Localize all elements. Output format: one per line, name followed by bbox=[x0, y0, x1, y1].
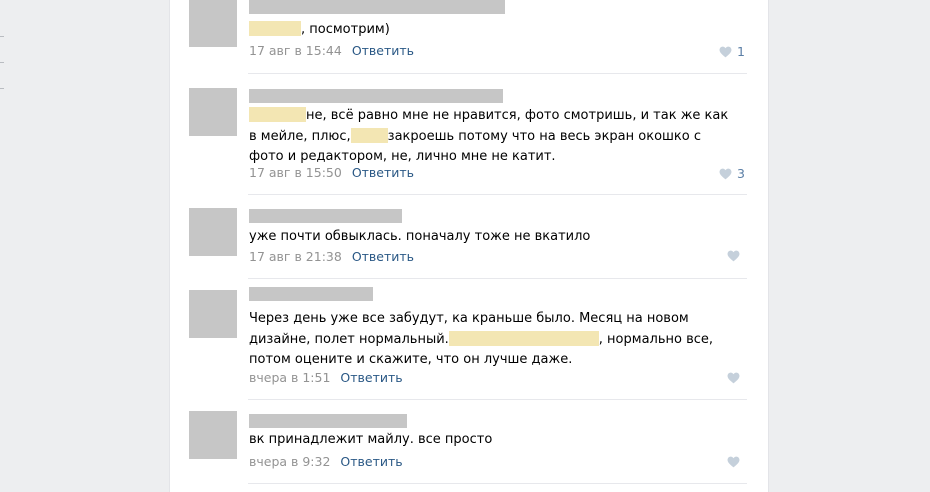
comment-item: , посмотрим) 17 авг в 15:44 Ответить 1 bbox=[189, 0, 745, 72]
divider bbox=[248, 399, 747, 400]
comment-meta: 17 авг в 15:44 Ответить bbox=[249, 43, 414, 58]
comment-text: вк принадлежит майлу. все просто bbox=[249, 432, 493, 447]
comment-date[interactable]: 17 авг в 15:50 bbox=[249, 165, 342, 180]
redacted-mention bbox=[249, 107, 306, 122]
comment-date[interactable]: вчера в 9:32 bbox=[249, 454, 330, 469]
author-name-redacted[interactable] bbox=[249, 287, 373, 301]
author-name-redacted[interactable] bbox=[249, 209, 402, 223]
redacted-mention bbox=[448, 330, 599, 346]
comment-meta: вчера в 9:32 Ответить bbox=[249, 454, 403, 469]
like-button[interactable] bbox=[727, 372, 745, 384]
redacted-mention bbox=[350, 127, 388, 143]
comment-item: Через день уже все забудут, ка краньше б… bbox=[189, 287, 745, 390]
comment-text: Через день уже все забудут, ка краньше б… bbox=[249, 311, 714, 367]
divider bbox=[248, 278, 747, 279]
heart-icon bbox=[719, 168, 732, 179]
comments-card: , посмотрим) 17 авг в 15:44 Ответить 1 не… bbox=[169, 0, 769, 492]
author-name-redacted[interactable] bbox=[249, 89, 503, 103]
comment-meta: 17 авг в 21:38 Ответить bbox=[249, 249, 414, 264]
like-count: 1 bbox=[737, 44, 745, 59]
avatar[interactable] bbox=[189, 0, 237, 47]
heart-icon bbox=[727, 456, 740, 468]
left-sidebar-edge bbox=[0, 0, 10, 492]
comment-item: уже почти обвыклась. поначалу тоже не вк… bbox=[189, 208, 745, 272]
author-name-redacted[interactable] bbox=[249, 0, 505, 14]
like-button[interactable]: 3 bbox=[719, 166, 745, 181]
like-button[interactable] bbox=[727, 250, 745, 262]
avatar[interactable] bbox=[189, 411, 237, 459]
reply-link[interactable]: Ответить bbox=[352, 43, 414, 58]
reply-link[interactable]: Ответить bbox=[352, 249, 414, 264]
comment-item: вк принадлежит майлу. все просто вчера в… bbox=[189, 411, 745, 475]
avatar[interactable] bbox=[189, 208, 237, 256]
heart-icon bbox=[719, 46, 732, 57]
comment-date[interactable]: вчера в 1:51 bbox=[249, 370, 330, 385]
redacted-mention bbox=[249, 21, 301, 36]
reply-link[interactable]: Ответить bbox=[340, 454, 402, 469]
sidebar-tick bbox=[0, 88, 4, 89]
comment-meta: вчера в 1:51 Ответить bbox=[249, 370, 403, 385]
reply-link[interactable]: Ответить bbox=[340, 370, 402, 385]
avatar[interactable] bbox=[189, 290, 237, 338]
like-button[interactable]: 1 bbox=[719, 44, 745, 59]
reply-link[interactable]: Ответить bbox=[352, 165, 414, 180]
avatar[interactable] bbox=[189, 88, 237, 136]
comment-text: не, всё равно мне не нравится, фото смот… bbox=[249, 107, 729, 164]
comment-meta: 17 авг в 15:50 Ответить bbox=[249, 165, 414, 180]
divider bbox=[248, 483, 747, 484]
comment-item: не, всё равно мне не нравится, фото смот… bbox=[189, 88, 745, 188]
comment-text: уже почти обвыклась. поначалу тоже не вк… bbox=[249, 229, 591, 244]
divider bbox=[248, 73, 747, 74]
heart-icon bbox=[727, 372, 740, 384]
like-count: 3 bbox=[737, 166, 745, 181]
comment-date[interactable]: 17 авг в 15:44 bbox=[249, 43, 342, 58]
comment-date[interactable]: 17 авг в 21:38 bbox=[249, 249, 342, 264]
divider bbox=[248, 194, 747, 195]
sidebar-tick bbox=[0, 36, 4, 37]
sidebar-tick bbox=[0, 62, 4, 63]
like-button[interactable] bbox=[727, 456, 745, 468]
author-name-redacted[interactable] bbox=[249, 414, 407, 428]
comment-text: , посмотрим) bbox=[249, 20, 739, 41]
heart-icon bbox=[727, 250, 740, 262]
